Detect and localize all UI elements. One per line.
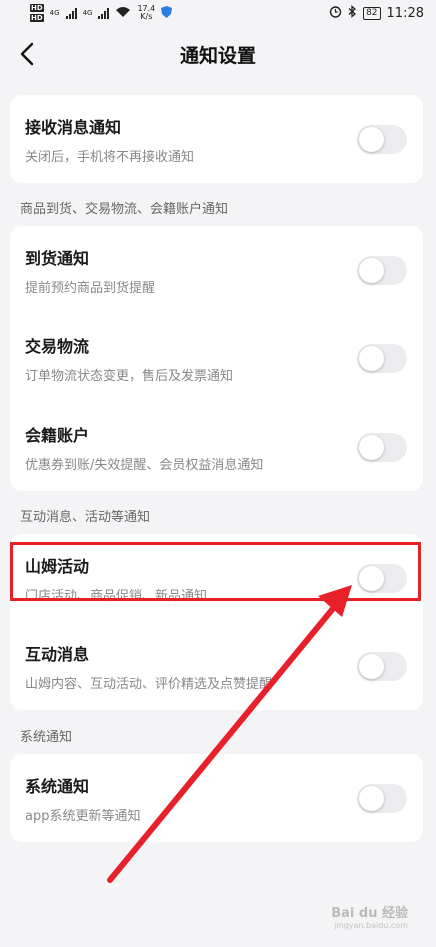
interaction-notification-card: 山姆活动 门店活动、商品促销、新品通知 互动消息 山姆内容、互动活动、评价精选及… bbox=[10, 534, 423, 710]
row-title: 到货通知 bbox=[25, 249, 90, 268]
section-label-interaction: 互动消息、活动等通知 bbox=[20, 510, 151, 525]
section-label-goods: 商品到货、交易物流、会籍账户通知 bbox=[20, 202, 229, 217]
toggle-knob bbox=[359, 654, 384, 679]
sim2-badge: HD bbox=[30, 14, 44, 22]
row-title: 交易物流 bbox=[25, 337, 90, 356]
speed-unit: K/s bbox=[140, 12, 153, 21]
row-desc: 关闭后，手机将不再接收通知 bbox=[25, 150, 195, 165]
row-system-notification: 系统通知 app系统更新等通知 bbox=[10, 754, 423, 842]
row-logistics: 交易物流 订单物流状态变更，售后及发票通知 bbox=[10, 314, 423, 402]
toggle-arrival-notice[interactable] bbox=[357, 256, 407, 285]
row-title: 会籍账户 bbox=[25, 426, 90, 445]
network-speed: 17.4 K/s bbox=[137, 5, 155, 21]
watermark-brand: Bai du 经验 bbox=[331, 906, 408, 921]
row-arrival-notice: 到货通知 提前预约商品到货提醒 bbox=[10, 226, 423, 314]
toggle-knob bbox=[359, 786, 384, 811]
status-bar: HD HD 4G 4G 17.4 K/s 82 11:28 bbox=[0, 0, 436, 26]
toggle-membership-account[interactable] bbox=[357, 433, 407, 462]
bluetooth-icon bbox=[348, 4, 357, 22]
clock-time: 11:28 bbox=[386, 5, 424, 21]
row-desc: 提前预约商品到货提醒 bbox=[25, 281, 156, 296]
battery-icon: 82 bbox=[363, 6, 381, 20]
shield-icon bbox=[161, 5, 173, 21]
row-membership-account: 会籍账户 优惠券到账/失效提醒、会员权益消息通知 bbox=[10, 403, 423, 491]
main-notification-card: 接收消息通知 关闭后，手机将不再接收通知 bbox=[10, 95, 423, 183]
row-title: 山姆活动 bbox=[25, 557, 90, 576]
status-right: 82 11:28 bbox=[329, 4, 424, 22]
toggle-knob bbox=[359, 127, 384, 152]
watermark-url: jingyan.baidu.com bbox=[334, 921, 408, 930]
toggle-receive-notifications[interactable] bbox=[357, 125, 407, 154]
row-sam-activity: 山姆活动 门店活动、商品促销、新品通知 bbox=[10, 534, 423, 622]
section-label-system: 系统通知 bbox=[20, 730, 73, 745]
toggle-knob bbox=[359, 566, 384, 591]
wifi-icon bbox=[115, 6, 131, 21]
row-title: 接收消息通知 bbox=[25, 118, 122, 137]
page-title: 通知设置 bbox=[179, 44, 256, 67]
goods-notification-card: 到货通知 提前预约商品到货提醒 交易物流 订单物流状态变更，售后及发票通知 会籍… bbox=[10, 226, 423, 491]
toggle-sam-activity[interactable] bbox=[357, 564, 407, 593]
back-arrow-icon[interactable] bbox=[16, 40, 40, 68]
system-notification-card: 系统通知 app系统更新等通知 bbox=[10, 754, 423, 842]
toggle-interaction-messages[interactable] bbox=[357, 652, 407, 681]
row-desc: 山姆内容、互动活动、评价精选及点赞提醒 bbox=[25, 677, 273, 692]
row-interaction-messages: 互动消息 山姆内容、互动活动、评价精选及点赞提醒 bbox=[10, 622, 423, 710]
sim1-badge: HD bbox=[30, 4, 44, 12]
row-desc: app系统更新等通知 bbox=[25, 809, 141, 824]
toggle-logistics[interactable] bbox=[357, 344, 407, 373]
signal-1-icon bbox=[65, 7, 77, 19]
signal-2-icon bbox=[98, 7, 110, 19]
toggle-system-notification[interactable] bbox=[357, 784, 407, 813]
row-desc: 订单物流状态变更，售后及发票通知 bbox=[25, 369, 234, 384]
row-title: 互动消息 bbox=[25, 645, 90, 664]
watermark: Bai du 经验 jingyan.baidu.com bbox=[331, 902, 408, 930]
toggle-knob bbox=[359, 346, 384, 371]
toggle-knob bbox=[359, 258, 384, 283]
nav-header: 通知设置 bbox=[0, 26, 436, 82]
sim-badges: HD HD bbox=[30, 3, 44, 23]
status-left: HD HD 4G 4G 17.4 K/s bbox=[30, 3, 173, 23]
row-title: 系统通知 bbox=[25, 777, 90, 796]
row-desc: 门店活动、商品促销、新品通知 bbox=[25, 589, 208, 604]
alarm-icon bbox=[329, 5, 342, 22]
net1-label: 4G bbox=[49, 9, 60, 17]
row-desc: 优惠券到账/失效提醒、会员权益消息通知 bbox=[25, 458, 264, 473]
row-receive-notifications: 接收消息通知 关闭后，手机将不再接收通知 bbox=[10, 95, 423, 183]
toggle-knob bbox=[359, 435, 384, 460]
net2-label: 4G bbox=[82, 9, 93, 17]
